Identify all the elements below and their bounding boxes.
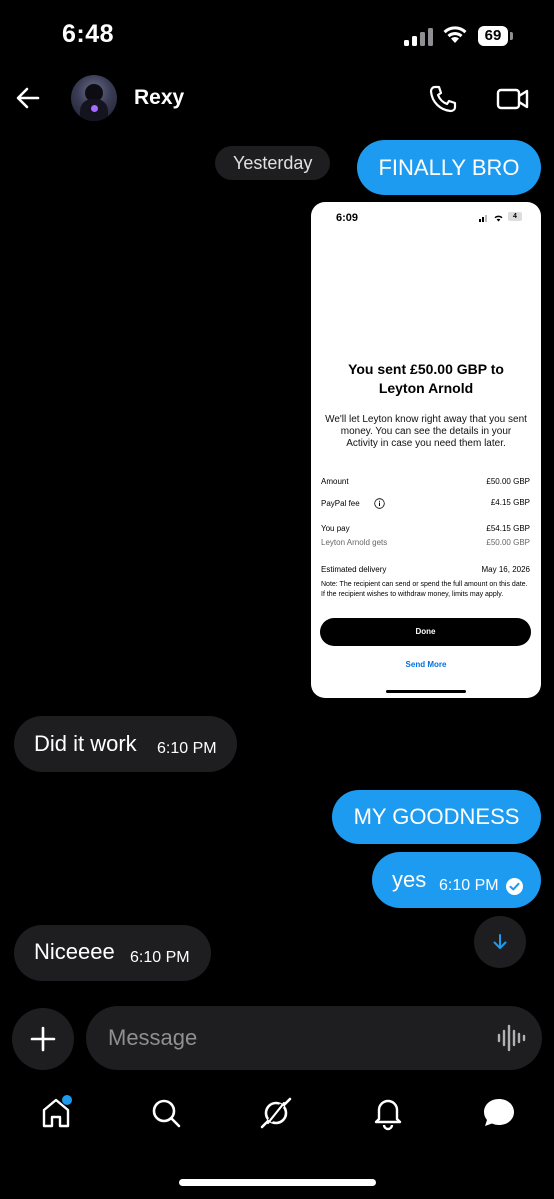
receipt-subtitle: We'll let Leyton know right away that yo… [325,414,527,449]
home-icon[interactable] [40,1095,74,1131]
bell-icon[interactable] [371,1095,405,1131]
pay-label: You pay [321,524,350,533]
receipt-delivery-row: Estimated delivery May 16, 2026 [321,565,530,574]
fee-value: £4.15 GBP [490,498,530,507]
message-text: yes [392,867,427,892]
done-button: Done [320,618,531,646]
status-time: 6:48 [62,20,115,48]
message-bubble-incoming[interactable]: Niceeee 6:10 PM [14,925,211,981]
attach-button[interactable] [12,1008,74,1070]
pay-value: £54.15 GBP [486,524,530,533]
phone-call-icon[interactable] [428,84,458,114]
battery-icon: 69 [478,26,508,46]
date-separator: Yesterday [215,146,331,180]
receipt-pay-row: You pay £54.15 GBP [321,524,530,533]
message-timestamp: 6:10 PM [439,877,499,894]
gets-label: Leyton Arnold gets [321,538,388,547]
message-text: Niceeee [34,939,115,964]
receipt-amount-row: Amount £50.00 GBP [321,477,530,486]
message-bubble-incoming[interactable]: Did it work 6:10 PM [14,716,237,772]
message-timestamp: 6:10 PM [130,949,190,966]
receipt-gets-row: Leyton Arnold gets £50.00 GBP [321,538,530,547]
receipt-signal-icon [479,215,487,222]
battery-nub [510,32,513,40]
read-check-icon [506,878,523,895]
receipt-note: Note: The recipient can send or spend th… [321,581,528,598]
message-timestamp: 6:10 PM [157,740,217,757]
receipt-title-line1: You sent £50.00 GBP to [348,361,504,377]
grok-icon[interactable] [258,1095,294,1131]
message-bubble-outgoing[interactable]: MY GOODNESS [332,790,541,844]
plus-icon [30,1026,56,1052]
receipt-battery-icon: 4 [508,212,522,221]
avatar[interactable] [71,75,117,121]
receipt-title: You sent £50.00 GBP to Leyton Arnold [311,360,541,398]
message-bubble-outgoing[interactable]: FINALLY BRO [357,140,541,195]
scroll-to-bottom-button[interactable] [474,916,526,968]
info-icon[interactable] [374,498,385,509]
shared-screenshot-image[interactable]: 6:09 4 You sent £50.00 GBP to Leyton Arn… [311,202,541,698]
message-bubble-outgoing[interactable]: yes 6:10 PM [372,852,541,908]
receipt-status-time: 6:09 [336,212,359,224]
cellular-signal-icon [404,28,433,46]
receipt-fee-row: PayPal fee £4.15 GBP [321,498,530,509]
video-call-icon[interactable] [496,86,530,112]
amount-value: £50.00 GBP [486,477,530,486]
home-indicator [179,1179,376,1186]
contact-name[interactable]: Rexy [134,86,184,110]
delivery-label: Estimated delivery [321,565,387,574]
send-more-link: Send More [405,660,447,669]
wifi-icon [443,26,467,43]
receipt-home-indicator [386,690,466,693]
receipt-wifi-icon [494,215,503,222]
message-placeholder: Message [108,1025,198,1050]
search-icon[interactable] [149,1095,183,1131]
gets-value: £50.00 GBP [486,538,530,547]
fee-label: PayPal fee [321,499,360,508]
delivery-value: May 16, 2026 [481,565,530,574]
back-arrow-icon[interactable] [14,84,42,112]
receipt-title-line2: Leyton Arnold [378,380,474,396]
arrow-down-icon [493,934,507,949]
voice-waveform-icon[interactable] [496,1024,526,1052]
message-text: Did it work [34,731,137,756]
amount-label: Amount [321,477,349,486]
message-input[interactable]: Message [86,1006,542,1070]
messages-icon[interactable] [481,1095,517,1131]
